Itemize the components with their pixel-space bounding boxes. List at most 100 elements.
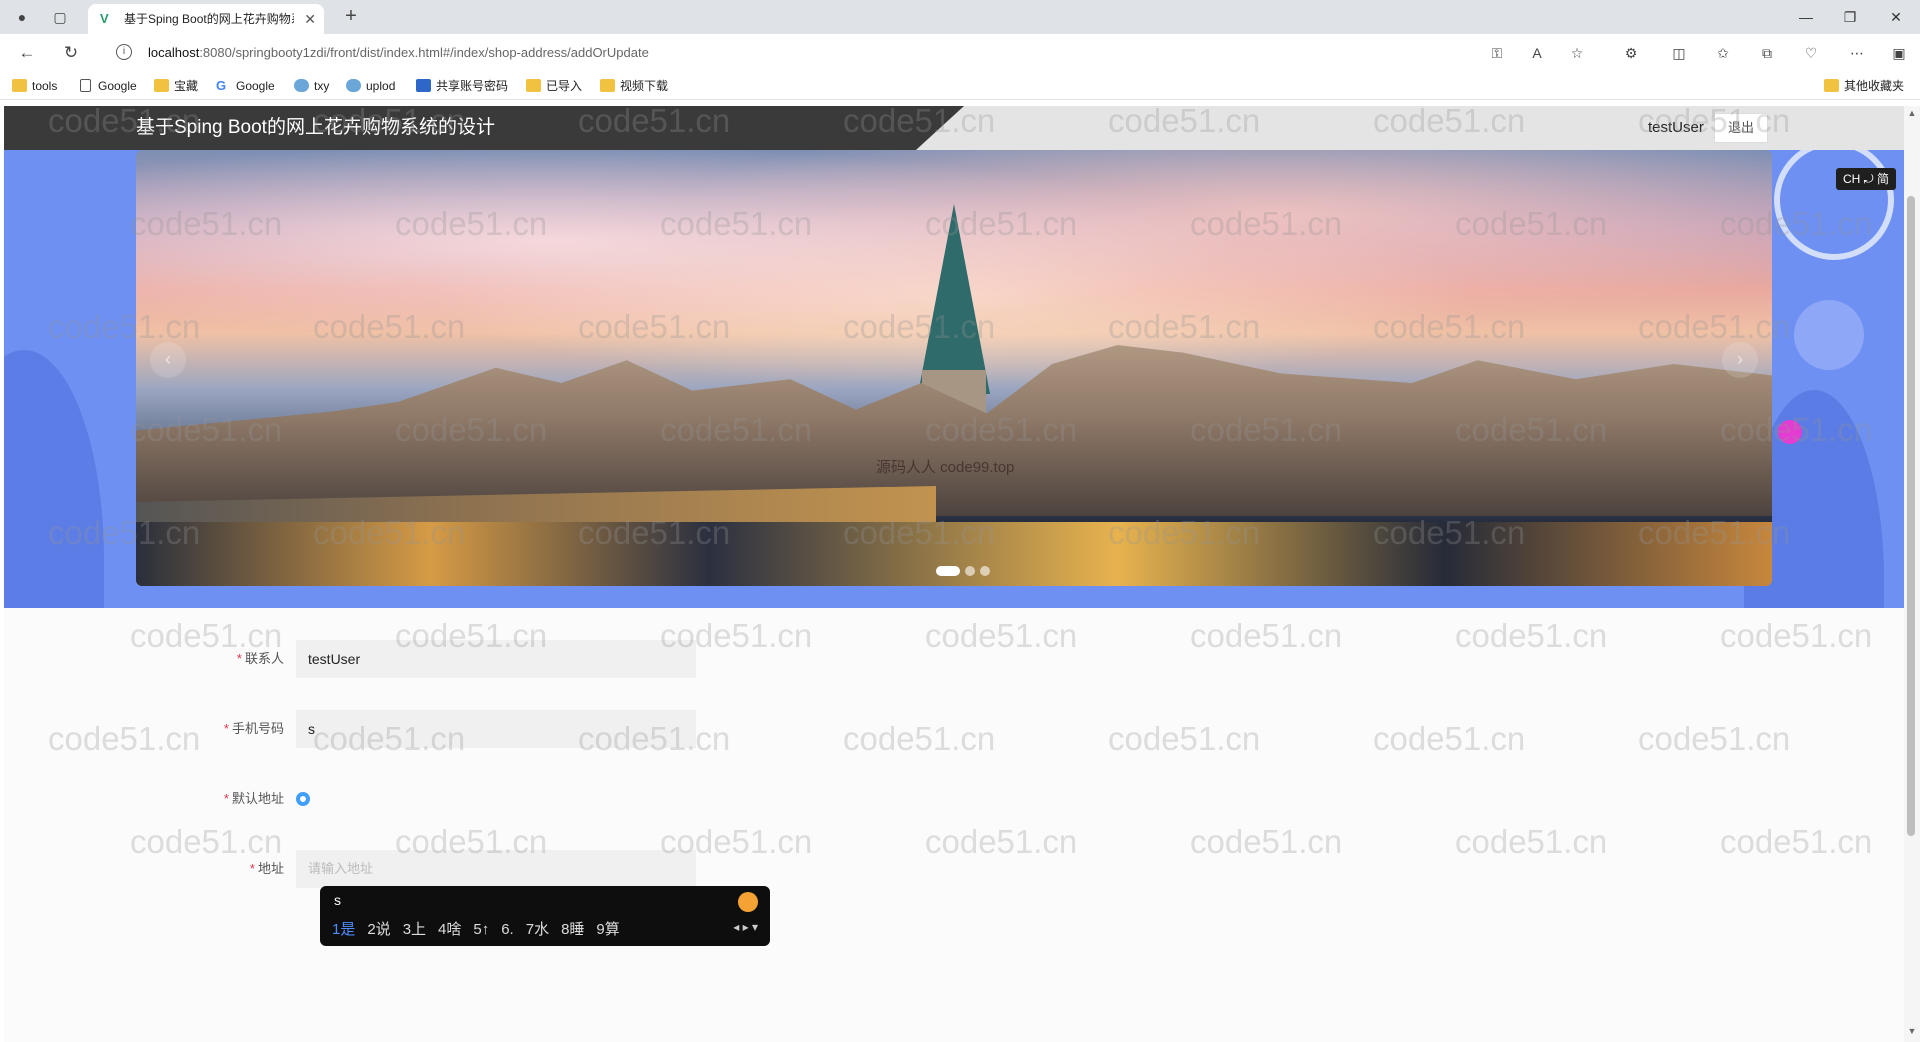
scrollbar-thumb[interactable]: [1907, 196, 1915, 836]
carousel-dot[interactable]: [965, 566, 975, 576]
read-aloud-icon[interactable]: A: [1526, 43, 1548, 63]
page-viewport: 基于Sping Boot的网上花卉购物系统的设计 testUser 退出 源码人…: [4, 106, 1904, 1042]
scroll-down-icon[interactable]: ▼: [1904, 1026, 1920, 1040]
split-screen-icon[interactable]: ◫: [1668, 43, 1690, 63]
bookmark-tools[interactable]: tools: [12, 77, 57, 95]
site-info-icon[interactable]: i: [116, 44, 132, 60]
bookmark-label: tools: [32, 79, 58, 93]
carousel-indicators: [936, 564, 995, 576]
bookmark-shared-accounts[interactable]: 共享账号密码: [416, 77, 508, 95]
ime-candidate[interactable]: 3上: [403, 921, 426, 938]
bookmark-label: 共享账号密码: [436, 79, 509, 93]
ime-candidate[interactable]: 2说: [367, 921, 390, 938]
phone-label-text: 手机号码: [231, 721, 284, 736]
address-form: * 联系人 testUser * 手机号码 s * 默认地址 * 地址 请输入地址: [4, 608, 1904, 1042]
ime-candidate-window: s 1是 2说 3上 4啥 5↑ 6. 7水 8睡 9算 ◂ ▸ ▾: [320, 886, 770, 946]
bookmark-label: txy: [314, 79, 330, 93]
carousel-dot[interactable]: [936, 566, 960, 576]
address-label: * 地址: [164, 850, 284, 888]
key-icon[interactable]: ⚿: [1486, 43, 1508, 63]
bookmark-label: uplod: [366, 79, 396, 93]
browser-address-bar: ← ↻ i localhost:8080/springbooty1zdi/fro…: [0, 34, 1920, 72]
phone-label: * 手机号码: [164, 710, 284, 748]
church-spire: [918, 204, 990, 394]
banner-carousel[interactable]: 源码人人 code99.top ‹ ›: [136, 150, 1772, 586]
bookmark-google-page[interactable]: Google: [78, 77, 137, 95]
back-icon[interactable]: ←: [14, 42, 40, 64]
ime-candidate[interactable]: 5↑: [473, 921, 489, 938]
folder-icon: [526, 79, 541, 92]
carousel-prev-button[interactable]: ‹: [150, 342, 186, 378]
bookmark-treasure[interactable]: 宝藏: [154, 77, 198, 95]
close-tab-icon[interactable]: ✕: [304, 4, 316, 34]
ime-composition: s: [334, 892, 341, 908]
vue-favicon-icon: V: [100, 11, 109, 26]
google-icon: G: [216, 78, 227, 93]
favorites-icon[interactable]: ✩: [1712, 43, 1734, 63]
bookmark-label: 已导入: [546, 79, 583, 93]
current-username: testUser: [1648, 119, 1704, 136]
ime-candidate[interactable]: 8睡: [561, 921, 584, 938]
contact-input[interactable]: testUser: [296, 640, 696, 678]
browser-essentials-icon[interactable]: ♡: [1800, 43, 1822, 63]
folder-icon: [1824, 79, 1839, 92]
tab-actions-icon[interactable]: ▢: [48, 6, 72, 28]
image-caption: 源码人人 code99.top: [876, 459, 1015, 476]
ime-language-indicator[interactable]: CH ⤾ 简: [1836, 168, 1896, 190]
default-address-row: * 默认地址: [4, 780, 1904, 818]
url-field[interactable]: localhost:8080/springbooty1zdi/front/dis…: [148, 42, 1528, 64]
bookmark-google[interactable]: G Google: [216, 77, 275, 95]
sidebar-icon[interactable]: ▣: [1888, 43, 1910, 63]
ime-candidate[interactable]: 6.: [501, 921, 514, 938]
restore-icon[interactable]: ❐: [1830, 4, 1870, 30]
new-tab-button[interactable]: +: [338, 4, 364, 30]
bookmark-imported[interactable]: 已导入: [526, 77, 582, 95]
carousel-dot[interactable]: [980, 566, 990, 576]
default-address-label: * 默认地址: [164, 780, 284, 818]
cloud-icon: [346, 79, 361, 92]
bookmark-label: Google: [98, 79, 137, 93]
bookmark-uplod[interactable]: uplod: [346, 77, 395, 95]
phone-input[interactable]: s: [296, 710, 696, 748]
collections-icon[interactable]: ⧉: [1756, 43, 1778, 63]
default-address-radio[interactable]: [296, 792, 310, 806]
decor-ball: [1794, 300, 1864, 370]
contact-label: * 联系人: [164, 640, 284, 678]
profile-icon[interactable]: ●: [10, 6, 34, 28]
bookmark-txy[interactable]: txy: [294, 77, 329, 95]
reload-icon[interactable]: ↻: [58, 42, 84, 64]
required-mark: *: [223, 721, 229, 736]
url-host: localhost: [148, 45, 200, 60]
address-row: * 地址 请输入地址: [4, 850, 1904, 888]
tab-title: 基于Sping Boot的网上花卉购物系统: [124, 12, 294, 26]
ime-candidate[interactable]: 9算: [596, 921, 619, 938]
bookmark-label: 视频下载: [620, 79, 669, 93]
minimize-icon[interactable]: —: [1786, 4, 1826, 30]
site-title: 基于Sping Boot的网上花卉购物系统的设计: [136, 117, 495, 138]
address-label-text: 地址: [257, 861, 284, 876]
extensions-icon[interactable]: ⚙: [1620, 43, 1642, 63]
bookmark-video-download[interactable]: 视频下载: [600, 77, 668, 95]
browser-tab-active[interactable]: V 基于Sping Boot的网上花卉购物系统 ✕: [88, 4, 324, 34]
close-window-icon[interactable]: ✕: [1876, 4, 1916, 30]
ime-candidate[interactable]: 4啥: [438, 921, 461, 938]
more-menu-icon[interactable]: ⋯: [1846, 43, 1868, 63]
carousel-next-button[interactable]: ›: [1722, 342, 1758, 378]
address-input[interactable]: 请输入地址: [296, 850, 696, 888]
ime-candidate[interactable]: 1是: [332, 921, 355, 938]
site-header: 基于Sping Boot的网上花卉购物系统的设计 testUser 退出: [4, 106, 1904, 150]
favorite-star-icon[interactable]: ☆: [1566, 43, 1588, 63]
ime-candidate-list: 1是 2说 3上 4啥 5↑ 6. 7水 8睡 9算: [332, 918, 632, 939]
required-mark: *: [223, 791, 229, 806]
contact-label-text: 联系人: [244, 651, 284, 666]
required-mark: *: [249, 861, 255, 876]
bookmark-other-favorites[interactable]: 其他收藏夹: [1824, 77, 1904, 95]
ime-page-arrows-icon[interactable]: ◂ ▸ ▾: [733, 920, 758, 934]
emoji-icon[interactable]: [738, 892, 758, 912]
decor-ring: [1774, 150, 1894, 260]
folder-icon: [154, 79, 169, 92]
logout-button[interactable]: 退出: [1714, 113, 1768, 143]
ime-candidate[interactable]: 7水: [526, 921, 549, 938]
river-reflection: [136, 522, 1772, 586]
scroll-up-icon[interactable]: ▲: [1904, 108, 1920, 122]
